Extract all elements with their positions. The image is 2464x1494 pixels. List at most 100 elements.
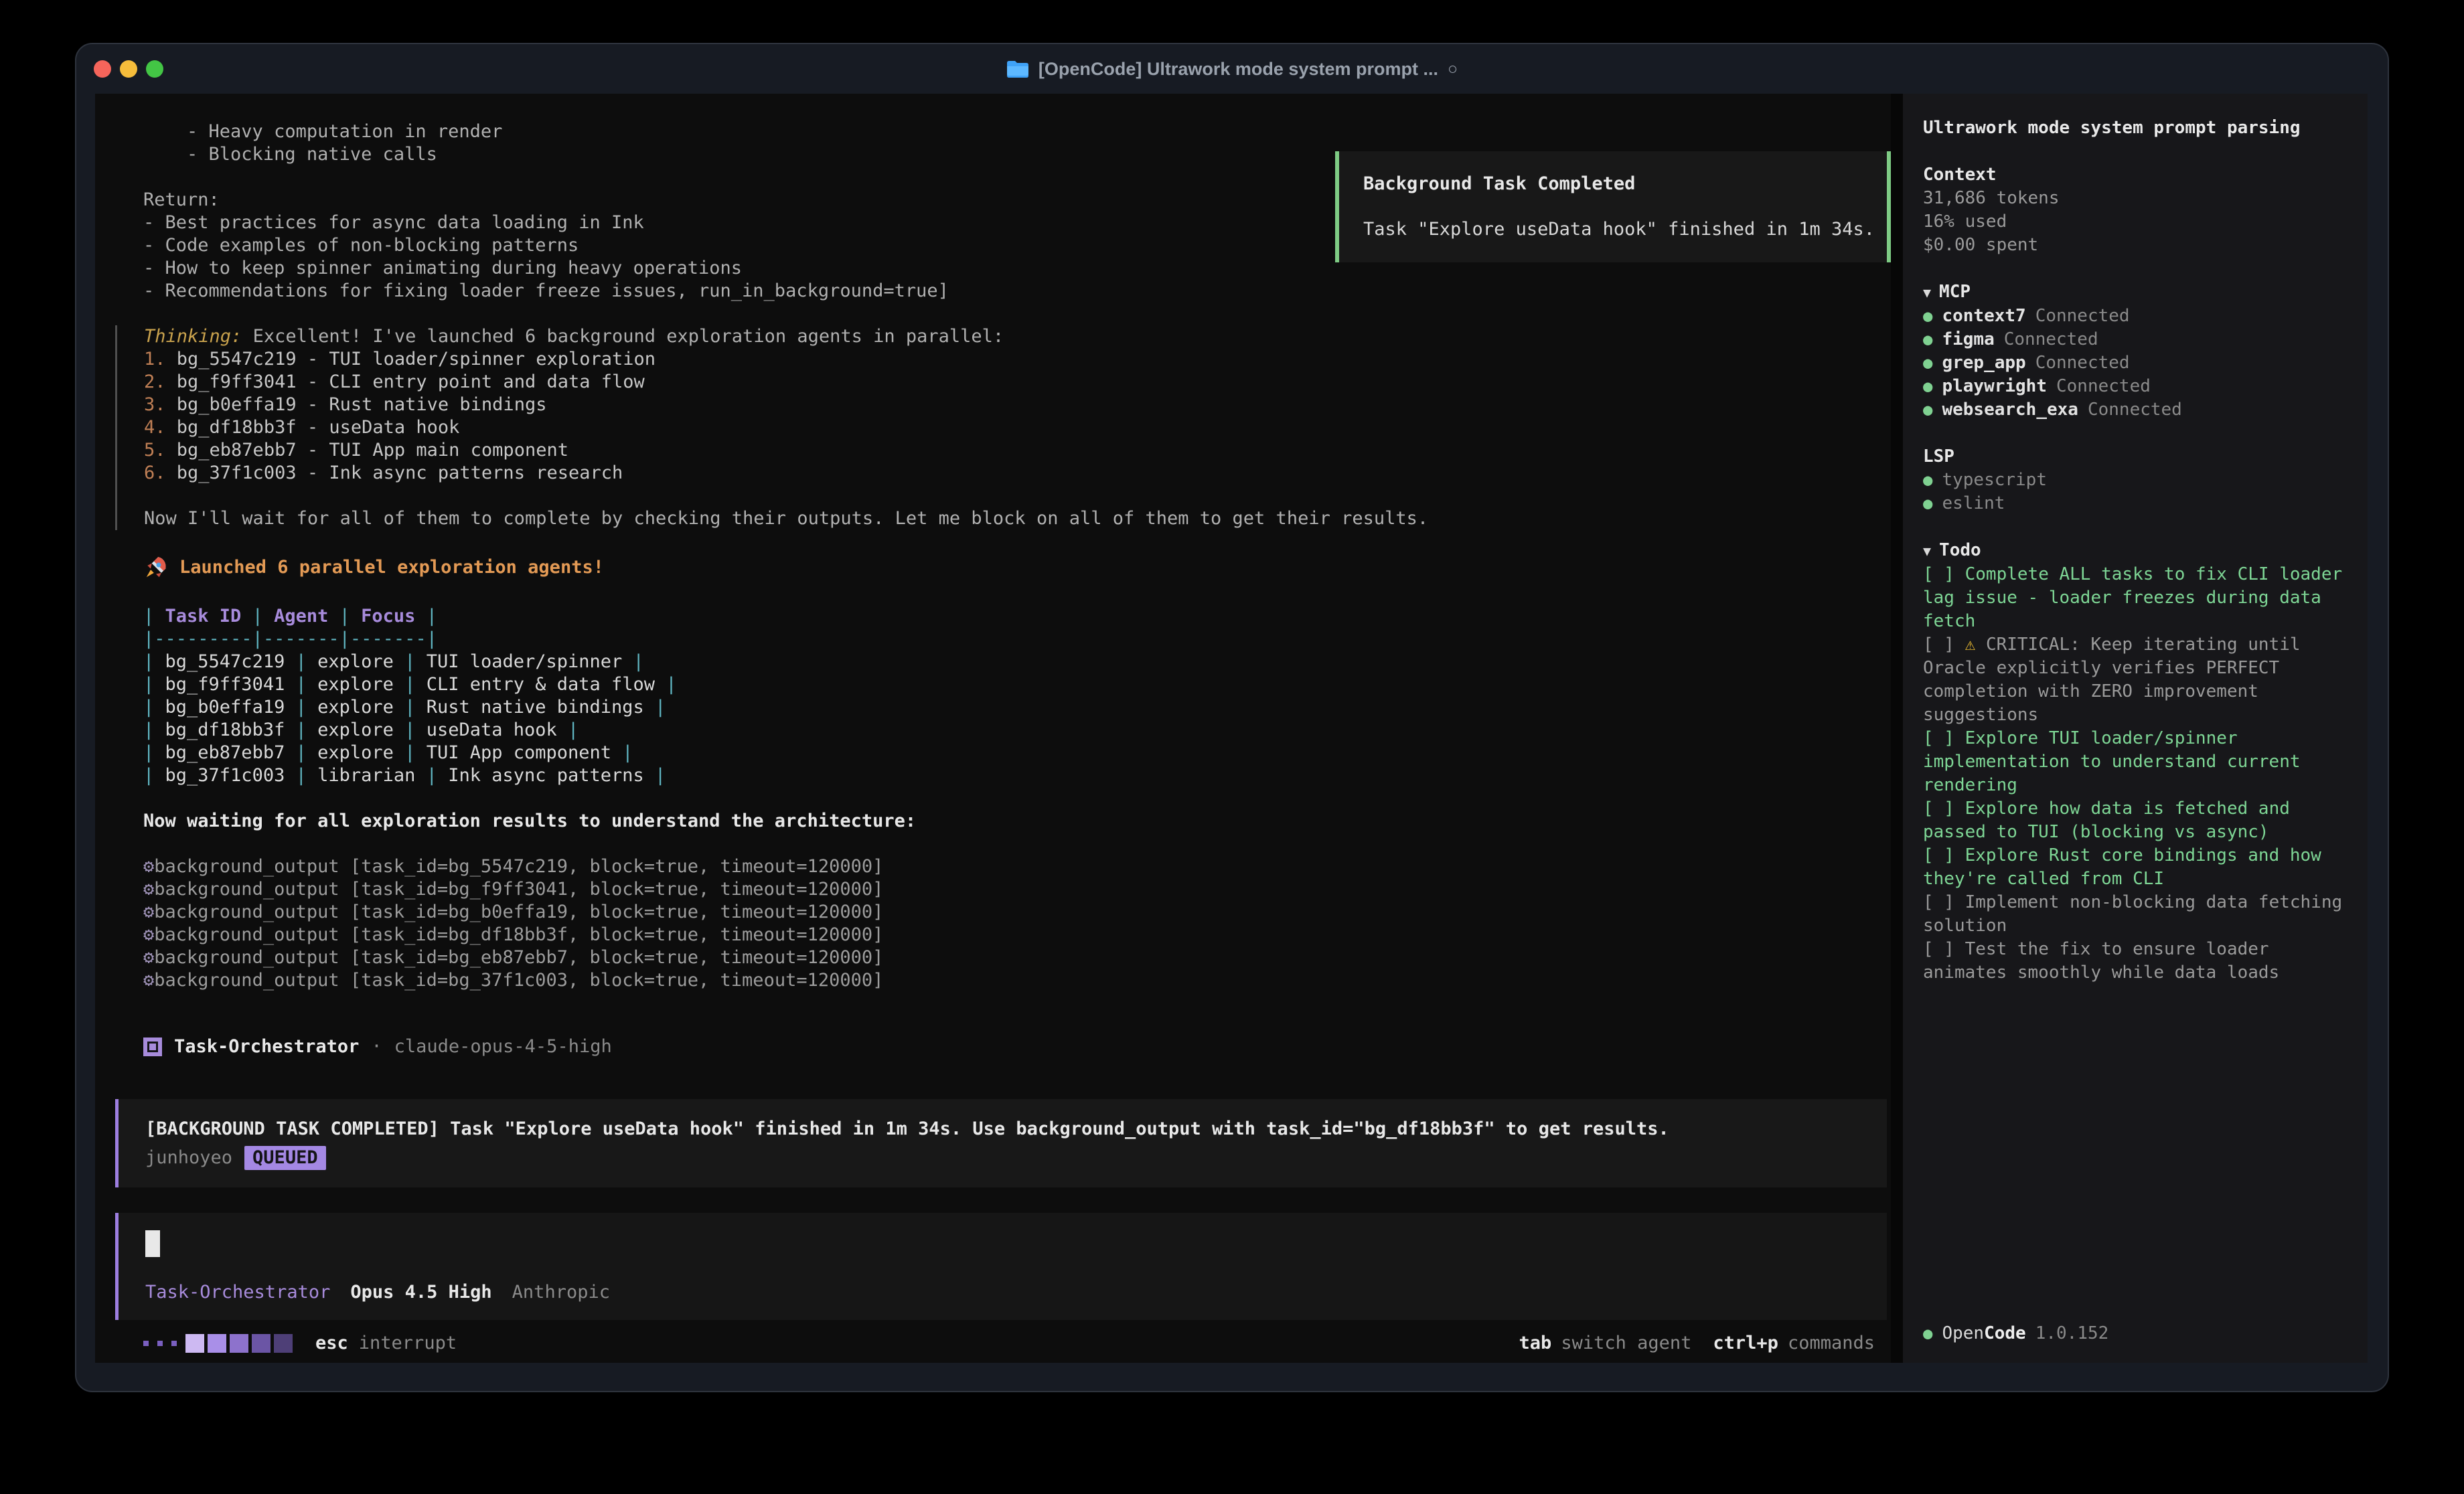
close-button[interactable] [94,60,111,78]
toast-notification[interactable]: Background Task Completed Task "Explore … [1335,151,1891,262]
todo-item: [ ] Implement non-blocking data fetching… [1923,891,2347,938]
gear-icon: ⚙ [143,970,154,991]
thinking-list-item: 6. bg_37f1c003 - Ink async patterns rese… [144,462,1891,485]
toast-body: Task "Explore useData hook" finished in … [1363,218,1863,241]
message-user: junhoyeo [145,1147,232,1169]
mcp-heading[interactable]: ▼MCP [1923,280,2347,305]
input-model-name: Opus 4.5 High [350,1281,491,1304]
gear-icon: ⚙ [143,947,154,968]
table-row: | bg_5547c219 | explore | TUI loader/spi… [95,651,1891,673]
agent-status-row: Task-Orchestrator Opus 4.5 High Anthropi… [145,1281,1867,1304]
mcp-list: ●context7 Connected●figma Connected●grep… [1923,305,2347,422]
background-completed-message: [BACKGROUND TASK COMPLETED] Task "Explor… [115,1099,1887,1187]
task-table: | Task ID | Agent | Focus ||---------|--… [95,605,1891,787]
announcement-text: Launched 6 parallel exploration agents! [179,556,604,579]
app-window: [OpenCode] Ultrawork mode system prompt … [75,43,2389,1392]
completed-message-meta: junhoyeo QUEUED [145,1146,1867,1170]
todo-item: [ ] Complete ALL tasks to fix CLI loader… [1923,563,2347,633]
todo-heading[interactable]: ▼Todo [1923,539,2347,563]
chat-main-pane: - Heavy computation in render - Blocking… [95,94,1891,1363]
mcp-item: ●figma Connected [1923,328,2347,351]
status-dot-icon: ● [1923,305,1932,328]
progress-spinner-icon [143,1334,293,1353]
mcp-item: ●playwright Connected [1923,375,2347,398]
window-title-text: [OpenCode] Ultrawork mode system prompt … [1038,59,1438,80]
context-spent: $0.00 spent [1923,234,2347,257]
table-header-row: | Task ID | Agent | Focus | [95,605,1891,628]
thinking-outro-line: Now I'll wait for all of them to complet… [144,507,1891,530]
orchestrator-separator: · [371,1035,382,1058]
thinking-list-item: 2. bg_f9ff3041 - CLI entry point and dat… [144,371,1891,394]
mcp-item: ●websearch_exa Connected [1923,398,2347,422]
gear-icon: ⚙ [143,924,154,945]
tool-call-line: ⚙background_output [task_id=bg_b0effa19,… [95,901,1891,924]
sidebar-footer: ● OpenCode 1.0.152 [1923,1322,2347,1345]
context-used: 16% used [1923,210,2347,234]
zoom-button[interactable] [146,60,163,78]
titlebar: [OpenCode] Ultrawork mode system prompt … [76,44,2388,94]
context-heading: Context [1923,163,2347,187]
todo-list: [ ] Complete ALL tasks to fix CLI loader… [1923,563,2347,985]
orchestrator-row: Task-Orchestrator · claude-opus-4-5-high [95,1032,1891,1062]
table-row: | bg_f9ff3041 | explore | CLI entry & da… [95,673,1891,696]
completed-message-text: [BACKGROUND TASK COMPLETED] Task "Explor… [145,1118,1867,1141]
sidebar: Ultrawork mode system prompt parsing Con… [1903,94,2368,1363]
table-row: | bg_eb87ebb7 | explore | TUI App compon… [95,742,1891,764]
ctrlp-key-label: commands [1788,1332,1875,1355]
todo-item: [ ] Explore TUI loader/spinner implement… [1923,727,2347,797]
pane-divider [1891,94,1903,1363]
thinking-intro-line: Thinking: Excellent! I've launched 6 bac… [144,325,1891,348]
tool-call-line: ⚙background_output [task_id=bg_37f1c003,… [95,969,1891,992]
minimize-button[interactable] [120,60,137,78]
table-separator-row: |---------|-------|-------| [95,628,1891,651]
title-progress-circle-icon: ○ [1448,60,1458,79]
announcement-line: Launched 6 parallel exploration agents! [95,553,1891,582]
lsp-heading: LSP [1923,445,2347,469]
rocket-icon [143,555,169,580]
thinking-list-item: 1. bg_5547c219 - TUI loader/spinner expl… [144,348,1891,371]
orchestrator-model: claude-opus-4-5-high [394,1035,612,1058]
status-dot-icon: ● [1923,1322,1932,1345]
terminal-line: - Heavy computation in render [95,120,1891,143]
thinking-label: Thinking: [144,326,242,347]
chevron-down-icon: ▼ [1923,543,1931,559]
tool-call-line: ⚙background_output [task_id=bg_f9ff3041,… [95,878,1891,901]
ctrlp-key-hint: ctrl+p [1713,1332,1778,1355]
terminal: - Heavy computation in render - Blocking… [95,94,2368,1363]
status-dot-icon: ● [1923,375,1932,398]
session-title: Ultrawork mode system prompt parsing [1923,116,2347,140]
tool-call-line: ⚙background_output [task_id=bg_df18bb3f,… [95,924,1891,946]
table-row: | bg_37f1c003 | librarian | Ink async pa… [95,764,1891,787]
warning-icon: ⚠ [1965,635,1986,655]
input-agent-name: Task-Orchestrator [145,1281,330,1304]
mcp-item: ●grep_app Connected [1923,351,2347,375]
gear-icon: ⚙ [143,856,154,877]
context-tokens: 31,686 tokens [1923,187,2347,210]
lsp-item: ●eslint [1923,492,2347,515]
prompt-input[interactable]: Task-Orchestrator Opus 4.5 High Anthropi… [115,1213,1887,1320]
todo-item: [ ] ⚠ CRITICAL: Keep iterating until Ora… [1923,633,2347,727]
status-dot-icon: ● [1923,398,1932,422]
chevron-down-icon: ▼ [1923,284,1931,301]
thinking-block: Thinking: Excellent! I've launched 6 bac… [115,325,1891,530]
thinking-list: 1. bg_5547c219 - TUI loader/spinner expl… [144,348,1891,485]
traffic-lights [94,60,163,78]
todo-item: [ ] Explore how data is fetched and pass… [1923,797,2347,844]
text-cursor [145,1230,160,1257]
thinking-list-item: 5. bg_eb87ebb7 - TUI App main component [144,439,1891,462]
orchestrator-name: Task-Orchestrator [174,1035,359,1058]
app-version: 1.0.152 [2035,1322,2109,1345]
tab-key-label: switch agent [1561,1332,1691,1355]
gear-icon: ⚙ [143,902,154,922]
thinking-list-item: 4. bg_df18bb3f - useData hook [144,416,1891,439]
statusbar: esc interrupt tab switch agent ctrl+p co… [95,1332,1891,1355]
tool-call-line: ⚙background_output [task_id=bg_5547c219,… [95,855,1891,878]
status-dot-icon: ● [1923,492,1932,515]
table-row: | bg_df18bb3f | explore | useData hook | [95,719,1891,742]
statusbar-right: tab switch agent ctrl+p commands [1519,1332,1875,1355]
todo-item: [ ] Test the fix to ensure loader animat… [1923,938,2347,985]
folder-icon [1006,60,1029,78]
toast-title: Background Task Completed [1363,173,1863,195]
tool-call-list: ⚙background_output [task_id=bg_5547c219,… [95,855,1891,992]
brand: OpenCode [1942,1322,2025,1345]
